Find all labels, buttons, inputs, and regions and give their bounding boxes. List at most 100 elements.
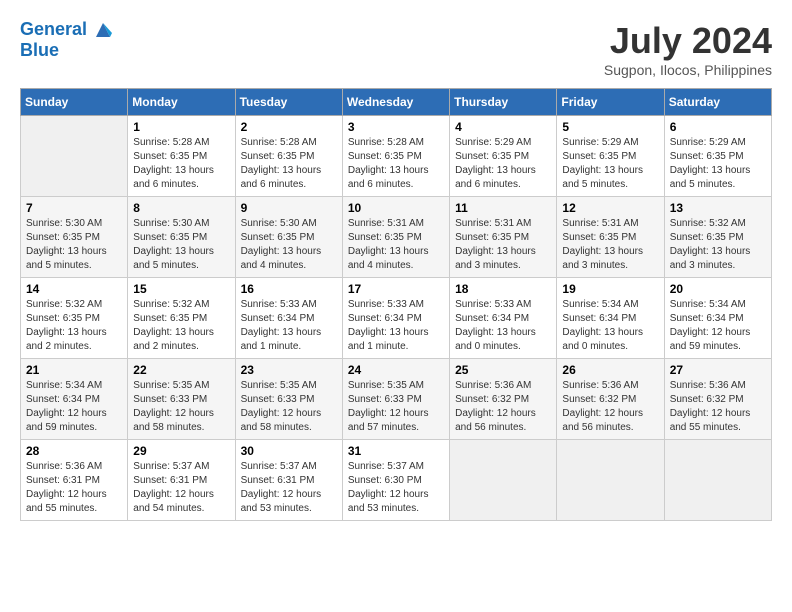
- cell-w3-d2: 15Sunrise: 5:32 AM Sunset: 6:35 PM Dayli…: [128, 278, 235, 359]
- cell-w3-d7: 20 Sunrise: 5:34 AM Sunset: 6:34 PM Dayli…: [664, 278, 771, 359]
- cell-w3-d4: 17Sunrise: 5:33 AM Sunset: 6:34 PM Dayli…: [342, 278, 449, 359]
- cell-w2-d2: 8 Sunrise: 5:30 AM Sunset: 6:35 PM Daylig…: [128, 197, 235, 278]
- logo-icon: [94, 21, 112, 39]
- day-number: 8: [133, 201, 229, 215]
- cell-w5-d7: [664, 440, 771, 521]
- day-info: Sunrise: 5:37 AM Sunset: 6:31 PM Dayligh…: [133, 460, 229, 516]
- day-info: Sunrise: 5:32 AM Sunset: 6:35 PM Dayligh…: [26, 298, 122, 354]
- col-thursday: Thursday: [450, 89, 557, 116]
- cell-w4-d1: 21Sunrise: 5:34 AM Sunset: 6:34 PM Dayli…: [21, 359, 128, 440]
- cell-w1-d6: 5 Sunrise: 5:29 AM Sunset: 6:35 PM Daylig…: [557, 116, 664, 197]
- day-info: Sunrise: 5:33 AM Sunset: 6:34 PM Dayligh…: [455, 298, 551, 354]
- day-number: 15: [133, 282, 229, 296]
- day-info: Sunrise: 5:28 AM Sunset: 6:35 PM Dayligh…: [241, 136, 337, 192]
- day-number: 28: [26, 444, 122, 458]
- page-header: General Blue July 2024 Sugpon, Ilocos, P…: [20, 20, 772, 78]
- day-info: Sunrise: 5:29 AM Sunset: 6:35 PM Dayligh…: [455, 136, 551, 192]
- cell-w4-d4: 24 Sunrise: 5:35 AM Sunset: 6:33 PM Dayli…: [342, 359, 449, 440]
- day-number: 1: [133, 120, 229, 134]
- day-info: Sunrise: 5:29 AM Sunset: 6:35 PM Dayligh…: [670, 136, 766, 192]
- month-title: July 2024: [604, 20, 772, 62]
- cell-w1-d7: 6 Sunrise: 5:29 AM Sunset: 6:35 PM Daylig…: [664, 116, 771, 197]
- day-info: Sunrise: 5:34 AM Sunset: 6:34 PM Dayligh…: [562, 298, 658, 354]
- day-number: 31: [348, 444, 444, 458]
- logo: General Blue: [20, 20, 112, 61]
- day-number: 6: [670, 120, 766, 134]
- cell-w3-d1: 14 Sunrise: 5:32 AM Sunset: 6:35 PM Dayli…: [21, 278, 128, 359]
- cell-w2-d1: 7 Sunrise: 5:30 AM Sunset: 6:35 PM Daylig…: [21, 197, 128, 278]
- day-info: Sunrise: 5:30 AM Sunset: 6:35 PM Dayligh…: [26, 217, 122, 273]
- day-info: Sunrise: 5:36 AM Sunset: 6:32 PM Dayligh…: [670, 379, 766, 435]
- day-number: 14: [26, 282, 122, 296]
- day-info: Sunrise: 5:37 AM Sunset: 6:30 PM Dayligh…: [348, 460, 444, 516]
- day-number: 20: [670, 282, 766, 296]
- cell-w5-d2: 29 Sunrise: 5:37 AM Sunset: 6:31 PM Dayli…: [128, 440, 235, 521]
- day-number: 5: [562, 120, 658, 134]
- calendar-table: Sunday Monday Tuesday Wednesday Thursday…: [20, 88, 772, 521]
- day-number: 30: [241, 444, 337, 458]
- day-info: Sunrise: 5:28 AM Sunset: 6:35 PM Dayligh…: [348, 136, 444, 192]
- day-number: 13: [670, 201, 766, 215]
- week-row-1: 1 Sunrise: 5:28 AM Sunset: 6:35 PM Daylig…: [21, 116, 772, 197]
- day-number: 27: [670, 363, 766, 377]
- week-row-4: 21Sunrise: 5:34 AM Sunset: 6:34 PM Dayli…: [21, 359, 772, 440]
- cell-w4-d6: 26 Sunrise: 5:36 AM Sunset: 6:32 PM Dayli…: [557, 359, 664, 440]
- col-monday: Monday: [128, 89, 235, 116]
- cell-w4-d2: 22Sunrise: 5:35 AM Sunset: 6:33 PM Dayli…: [128, 359, 235, 440]
- col-saturday: Saturday: [664, 89, 771, 116]
- day-info: Sunrise: 5:31 AM Sunset: 6:35 PM Dayligh…: [348, 217, 444, 273]
- day-number: 10: [348, 201, 444, 215]
- cell-w2-d6: 12 Sunrise: 5:31 AM Sunset: 6:35 PM Dayli…: [557, 197, 664, 278]
- day-number: 24: [348, 363, 444, 377]
- col-sunday: Sunday: [21, 89, 128, 116]
- header-row: Sunday Monday Tuesday Wednesday Thursday…: [21, 89, 772, 116]
- title-block: July 2024 Sugpon, Ilocos, Philippines: [604, 20, 772, 78]
- day-number: 17: [348, 282, 444, 296]
- day-number: 19: [562, 282, 658, 296]
- day-number: 25: [455, 363, 551, 377]
- day-info: Sunrise: 5:36 AM Sunset: 6:32 PM Dayligh…: [562, 379, 658, 435]
- cell-w3-d5: 18Sunrise: 5:33 AM Sunset: 6:34 PM Dayli…: [450, 278, 557, 359]
- day-number: 29: [133, 444, 229, 458]
- cell-w3-d6: 19 Sunrise: 5:34 AM Sunset: 6:34 PM Dayli…: [557, 278, 664, 359]
- cell-w1-d5: 4 Sunrise: 5:29 AM Sunset: 6:35 PM Daylig…: [450, 116, 557, 197]
- day-number: 12: [562, 201, 658, 215]
- day-info: Sunrise: 5:28 AM Sunset: 6:35 PM Dayligh…: [133, 136, 229, 192]
- day-info: Sunrise: 5:34 AM Sunset: 6:34 PM Dayligh…: [670, 298, 766, 354]
- cell-w2-d7: 13Sunrise: 5:32 AM Sunset: 6:35 PM Dayli…: [664, 197, 771, 278]
- week-row-5: 28 Sunrise: 5:36 AM Sunset: 6:31 PM Dayli…: [21, 440, 772, 521]
- cell-w1-d2: 1 Sunrise: 5:28 AM Sunset: 6:35 PM Daylig…: [128, 116, 235, 197]
- week-row-3: 14 Sunrise: 5:32 AM Sunset: 6:35 PM Dayli…: [21, 278, 772, 359]
- cell-w4-d7: 27 Sunrise: 5:36 AM Sunset: 6:32 PM Dayli…: [664, 359, 771, 440]
- day-info: Sunrise: 5:30 AM Sunset: 6:35 PM Dayligh…: [133, 217, 229, 273]
- day-info: Sunrise: 5:30 AM Sunset: 6:35 PM Dayligh…: [241, 217, 337, 273]
- day-number: 3: [348, 120, 444, 134]
- cell-w1-d4: 3 Sunrise: 5:28 AM Sunset: 6:35 PM Daylig…: [342, 116, 449, 197]
- day-number: 4: [455, 120, 551, 134]
- cell-w2-d5: 11 Sunrise: 5:31 AM Sunset: 6:35 PM Dayli…: [450, 197, 557, 278]
- cell-w5-d6: [557, 440, 664, 521]
- day-info: Sunrise: 5:29 AM Sunset: 6:35 PM Dayligh…: [562, 136, 658, 192]
- cell-w5-d5: [450, 440, 557, 521]
- day-number: 11: [455, 201, 551, 215]
- day-number: 26: [562, 363, 658, 377]
- calendar-body: 1 Sunrise: 5:28 AM Sunset: 6:35 PM Daylig…: [21, 116, 772, 521]
- day-info: Sunrise: 5:36 AM Sunset: 6:31 PM Dayligh…: [26, 460, 122, 516]
- col-friday: Friday: [557, 89, 664, 116]
- day-info: Sunrise: 5:33 AM Sunset: 6:34 PM Dayligh…: [241, 298, 337, 354]
- day-info: Sunrise: 5:35 AM Sunset: 6:33 PM Dayligh…: [348, 379, 444, 435]
- day-info: Sunrise: 5:31 AM Sunset: 6:35 PM Dayligh…: [455, 217, 551, 273]
- cell-w4-d5: 25Sunrise: 5:36 AM Sunset: 6:32 PM Dayli…: [450, 359, 557, 440]
- day-info: Sunrise: 5:31 AM Sunset: 6:35 PM Dayligh…: [562, 217, 658, 273]
- logo-blue: Blue: [20, 40, 112, 61]
- location-text: Sugpon, Ilocos, Philippines: [604, 62, 772, 78]
- week-row-2: 7 Sunrise: 5:30 AM Sunset: 6:35 PM Daylig…: [21, 197, 772, 278]
- day-number: 2: [241, 120, 337, 134]
- day-number: 7: [26, 201, 122, 215]
- cell-w5-d1: 28 Sunrise: 5:36 AM Sunset: 6:31 PM Dayli…: [21, 440, 128, 521]
- day-info: Sunrise: 5:35 AM Sunset: 6:33 PM Dayligh…: [133, 379, 229, 435]
- cell-w3-d3: 16Sunrise: 5:33 AM Sunset: 6:34 PM Dayli…: [235, 278, 342, 359]
- cell-w4-d3: 23Sunrise: 5:35 AM Sunset: 6:33 PM Dayli…: [235, 359, 342, 440]
- col-tuesday: Tuesday: [235, 89, 342, 116]
- day-number: 21: [26, 363, 122, 377]
